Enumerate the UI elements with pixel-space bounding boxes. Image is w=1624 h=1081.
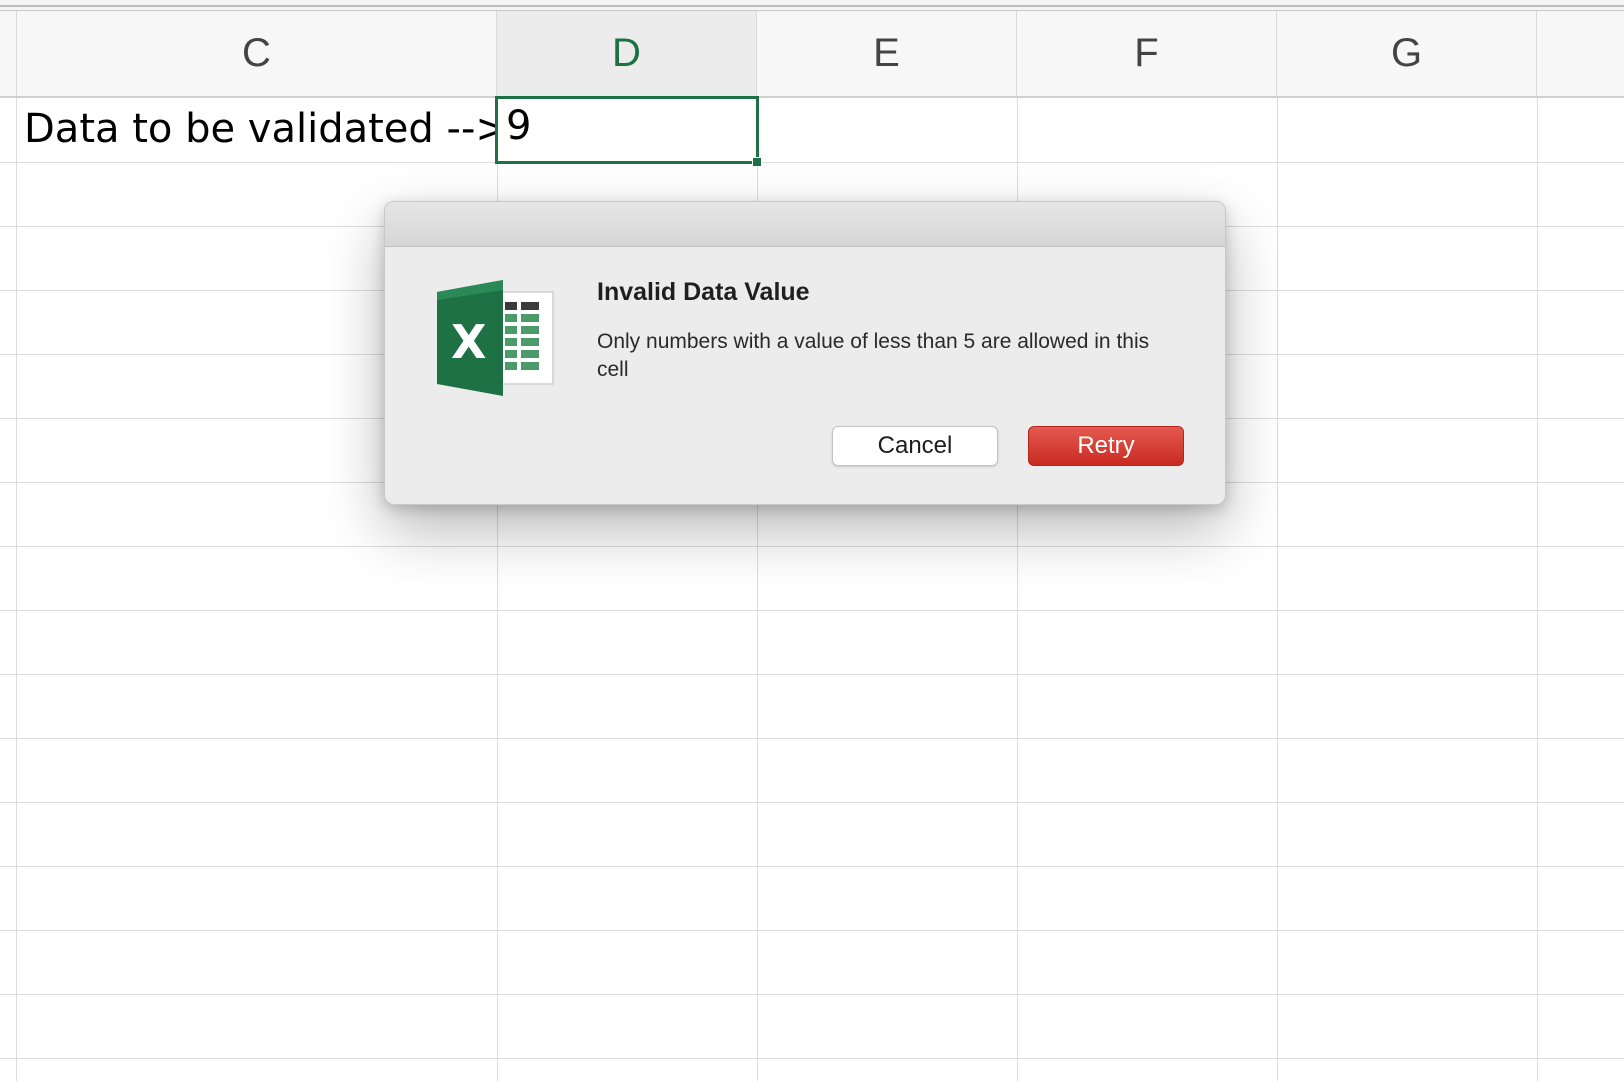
column-header-row: C D E F G <box>0 11 1624 98</box>
invalid-data-dialog: X Invalid Data Value Only numbers with a… <box>384 201 1226 505</box>
sheet-top-border <box>0 0 1624 11</box>
grid-line <box>0 866 1624 867</box>
column-header-e[interactable]: E <box>757 11 1017 96</box>
grid-line <box>0 674 1624 675</box>
grid-line <box>1537 98 1538 1081</box>
column-header-c[interactable]: C <box>17 11 497 96</box>
dialog-titlebar[interactable] <box>385 202 1225 247</box>
grid-line <box>0 930 1624 931</box>
column-header-d[interactable]: D <box>497 11 757 96</box>
dialog-message: Only numbers with a value of less than 5… <box>597 330 1150 381</box>
selected-cell-value: 9 <box>506 103 532 149</box>
column-header-f[interactable]: F <box>1017 11 1277 96</box>
retry-button[interactable]: Retry <box>1028 426 1184 466</box>
column-header-h[interactable] <box>1537 11 1624 96</box>
selected-cell-d1[interactable]: 9 <box>495 96 762 167</box>
excel-app-icon: X <box>437 280 554 396</box>
grid-line <box>0 738 1624 739</box>
fill-handle[interactable] <box>752 157 762 167</box>
cell-c1-label[interactable]: Data to be validated --> <box>24 106 509 152</box>
column-header-g[interactable]: G <box>1277 11 1537 96</box>
spreadsheet-grid[interactable]: C D E F G Data to be validated --> 9 X I… <box>0 0 1624 1081</box>
dialog-title: Invalid Data Value <box>597 278 810 306</box>
grid-line <box>0 1058 1624 1059</box>
grid-line <box>16 98 17 1081</box>
grid-line <box>0 802 1624 803</box>
row-header-corner[interactable] <box>0 11 17 96</box>
cancel-button[interactable]: Cancel <box>832 426 998 466</box>
svg-text:X: X <box>451 315 486 369</box>
grid-line <box>0 546 1624 547</box>
grid-line <box>0 994 1624 995</box>
grid-line <box>0 162 1624 163</box>
grid-line <box>1277 98 1278 1081</box>
grid-line <box>0 610 1624 611</box>
